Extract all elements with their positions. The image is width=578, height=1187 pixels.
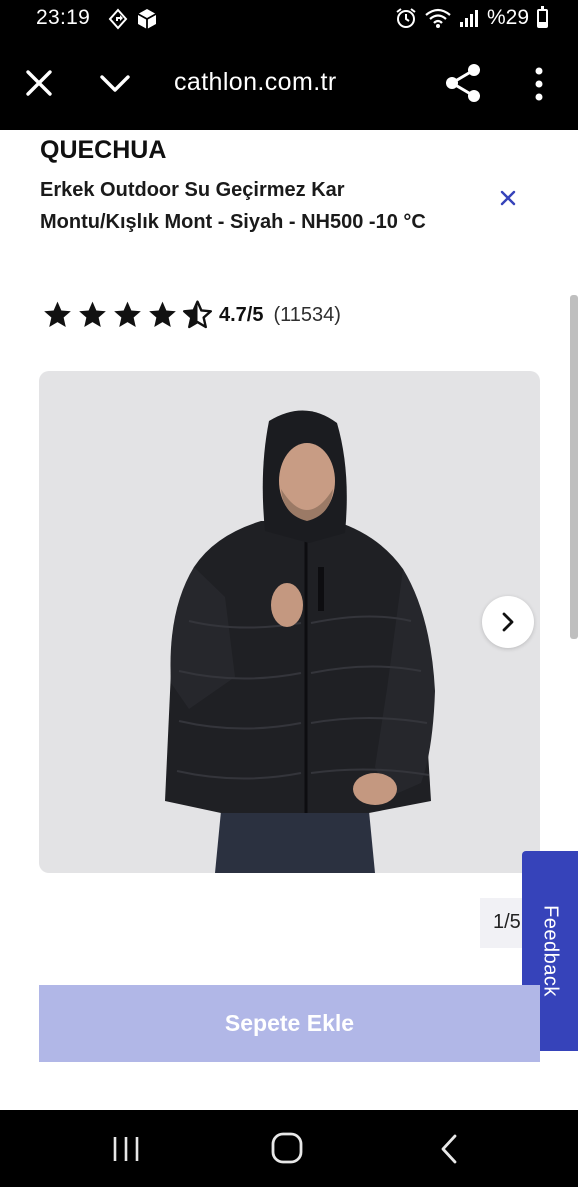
share-icon[interactable] — [444, 62, 482, 104]
rating-score: 4.7/5 — [219, 303, 264, 326]
alarm-icon — [396, 8, 416, 28]
star-icon — [114, 301, 141, 327]
star-icon — [79, 301, 106, 327]
status-time: 23:19 — [36, 6, 91, 29]
brand-name: QUECHUA — [40, 136, 167, 164]
add-to-cart-button[interactable]: Sepete Ekle — [39, 985, 540, 1062]
signal-icon — [459, 10, 478, 27]
star-half-icon — [182, 300, 213, 329]
star-icon — [149, 301, 176, 327]
chevron-down-icon[interactable] — [98, 70, 132, 98]
star-icon — [44, 301, 71, 327]
navigation-icon — [108, 8, 128, 30]
chevron-right-icon — [502, 612, 514, 632]
back-icon[interactable] — [436, 1132, 462, 1166]
product-title: Erkek Outdoor Su Geçirmez Kar Montu/Kışl… — [40, 179, 426, 233]
browser-toolbar: cathlon.com.tr — [0, 40, 578, 130]
product-photo — [165, 410, 435, 873]
url-bar[interactable]: cathlon.com.tr — [174, 68, 337, 97]
status-bar: 23:19 %29 — [0, 0, 578, 40]
scrollbar[interactable] — [570, 295, 578, 639]
feedback-label: Feedback — [539, 905, 562, 997]
rating-count[interactable]: (11534) — [273, 304, 340, 327]
battery-icon — [537, 5, 548, 28]
rating[interactable]: 4.7/5 (11534) — [40, 297, 341, 333]
product-image[interactable] — [39, 371, 540, 873]
close-icon[interactable] — [22, 66, 56, 100]
close-icon[interactable] — [498, 188, 518, 208]
battery-percent: %29 — [486, 6, 529, 29]
recent-apps-icon[interactable] — [110, 1134, 142, 1164]
more-vertical-icon[interactable] — [528, 66, 550, 102]
package-icon — [137, 9, 157, 29]
next-image-button[interactable] — [482, 596, 534, 648]
home-icon[interactable] — [270, 1131, 304, 1165]
system-nav-bar — [0, 1110, 578, 1187]
wifi-icon — [425, 8, 451, 28]
